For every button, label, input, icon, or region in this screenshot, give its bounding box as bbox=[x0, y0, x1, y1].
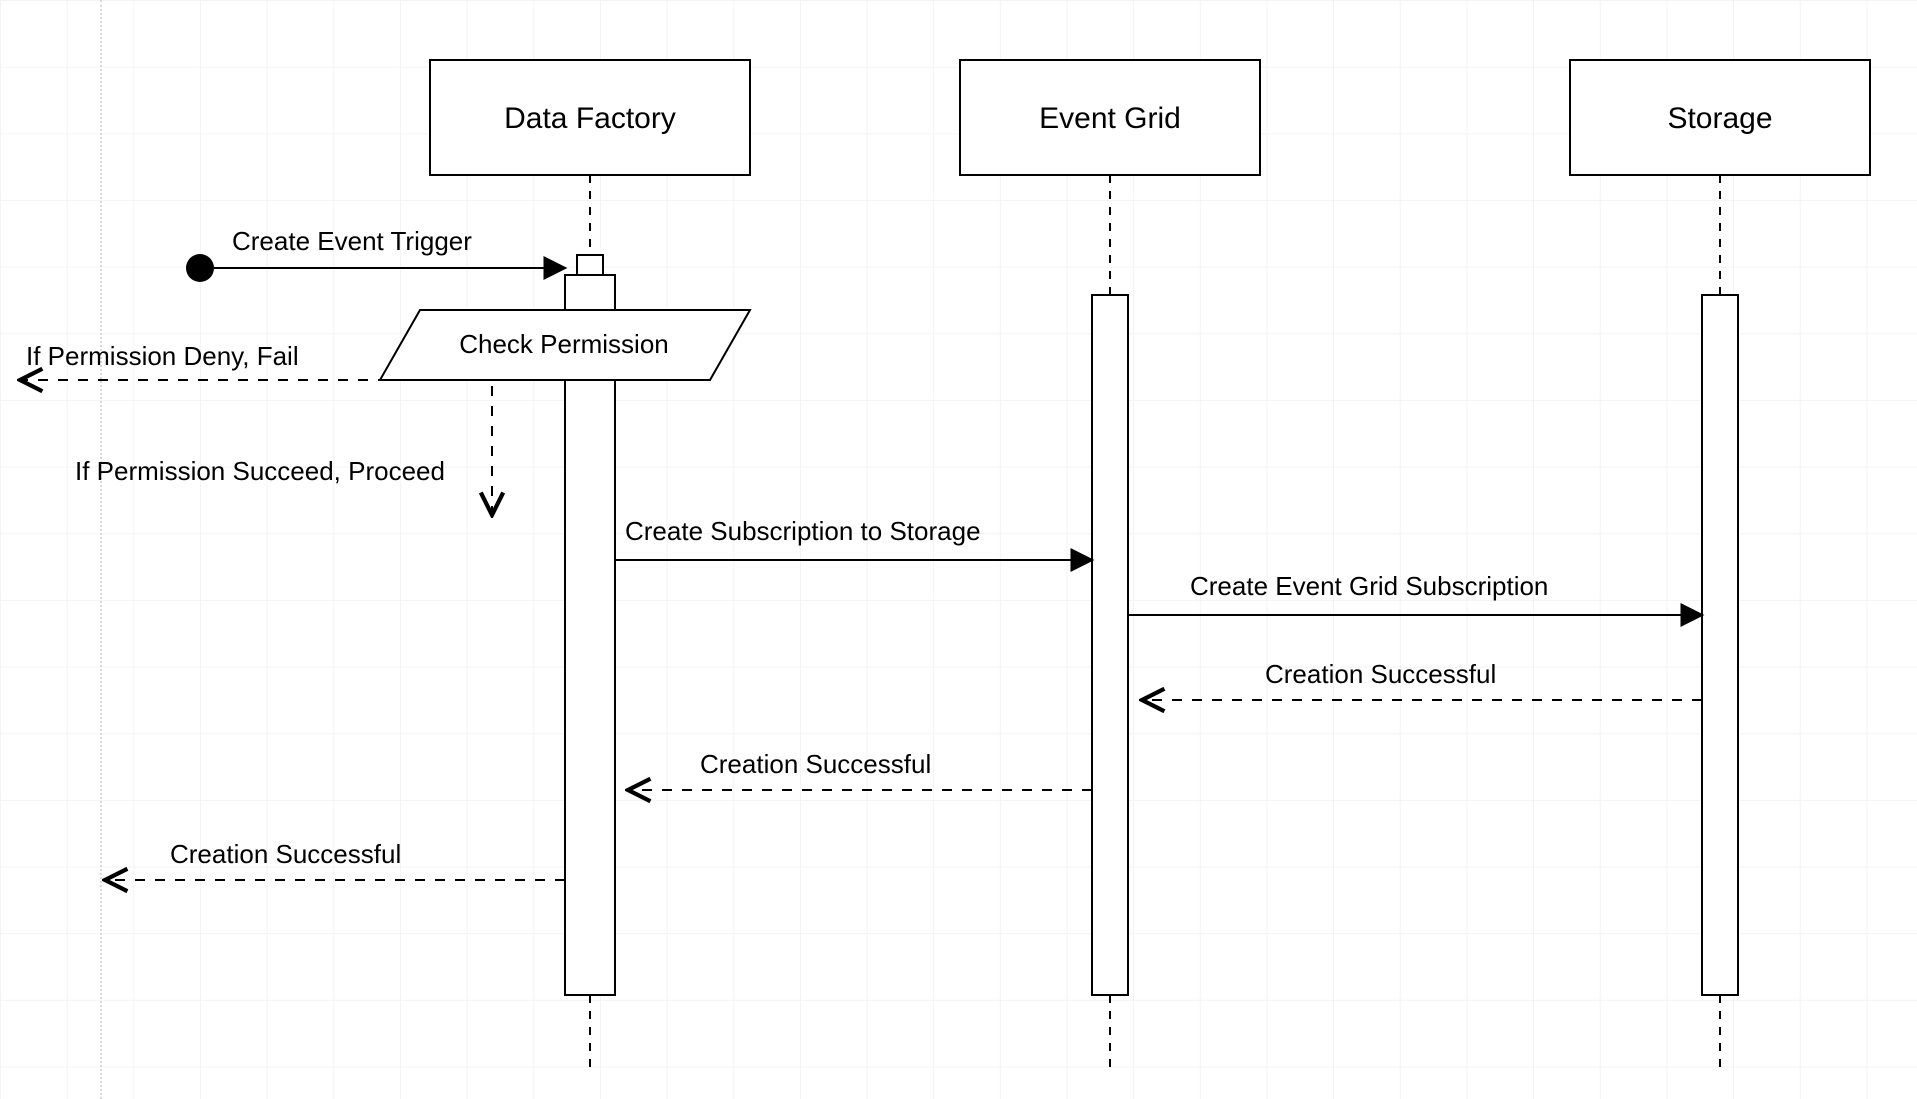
note-check-permission: Check Permission bbox=[380, 310, 750, 380]
activation-event-grid bbox=[1092, 295, 1128, 995]
participant-event-grid: Event Grid bbox=[960, 60, 1260, 1070]
message-permission-succeed: If Permission Succeed, Proceed bbox=[75, 386, 492, 515]
message-create-subscription-storage: Create Subscription to Storage bbox=[615, 516, 1092, 560]
message-create-event-trigger-label: Create Event Trigger bbox=[232, 226, 472, 256]
participant-storage-label: Storage bbox=[1667, 102, 1772, 135]
message-create-event-trigger: Create Event Trigger bbox=[214, 226, 565, 268]
message-creation-successful-eventgrid-to-df: Creation Successful bbox=[628, 749, 1092, 790]
message-permission-deny: If Permission Deny, Fail bbox=[20, 341, 388, 380]
message-creation-successful-2-label: Creation Successful bbox=[700, 749, 931, 779]
activation-data-factory bbox=[565, 275, 615, 995]
sequence-diagram: Data Factory Event Grid Storage Create E… bbox=[0, 0, 1917, 1099]
message-create-subscription-storage-label: Create Subscription to Storage bbox=[625, 516, 981, 546]
message-permission-succeed-label: If Permission Succeed, Proceed bbox=[75, 456, 445, 486]
participant-data-factory: Data Factory bbox=[430, 60, 750, 1070]
activation-storage bbox=[1702, 295, 1738, 995]
message-create-event-grid-subscription-label: Create Event Grid Subscription bbox=[1190, 571, 1548, 601]
message-creation-successful-df-to-actor: Creation Successful bbox=[105, 839, 565, 880]
note-check-permission-label: Check Permission bbox=[459, 329, 669, 359]
message-permission-deny-label: If Permission Deny, Fail bbox=[26, 341, 299, 371]
start-icon bbox=[186, 254, 214, 282]
message-creation-successful-1-label: Creation Successful bbox=[1265, 659, 1496, 689]
participant-data-factory-label: Data Factory bbox=[504, 102, 676, 135]
message-creation-successful-storage-to-eventgrid: Creation Successful bbox=[1142, 659, 1702, 700]
message-creation-successful-3-label: Creation Successful bbox=[170, 839, 401, 869]
message-create-event-grid-subscription: Create Event Grid Subscription bbox=[1128, 571, 1702, 615]
participant-event-grid-label: Event Grid bbox=[1039, 102, 1181, 135]
participant-storage: Storage bbox=[1570, 60, 1870, 1070]
activation-data-factory-tip bbox=[577, 255, 603, 275]
